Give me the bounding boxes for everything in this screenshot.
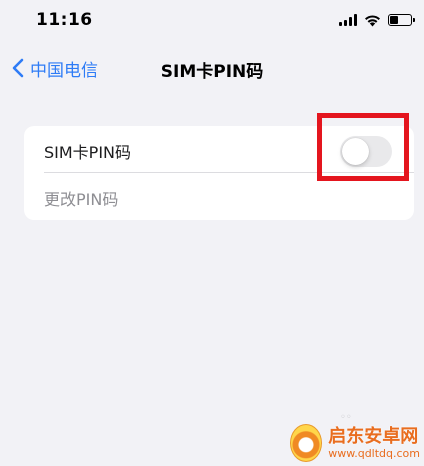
battery-fill [390, 16, 398, 24]
watermark-url: www.qdltdq.com [328, 446, 420, 460]
watermark-logo-icon [290, 424, 323, 462]
status-time: 11:16 [36, 10, 93, 30]
sim-pin-label: SIM卡PIN码 [44, 143, 132, 162]
navigation-bar: 中国电信 SIM卡PIN码 [0, 48, 424, 88]
page-title: SIM卡PIN码 [160, 62, 264, 82]
battery-icon [388, 14, 415, 26]
status-icons [339, 12, 415, 28]
wifi-icon [365, 14, 380, 26]
highlight-box [317, 113, 409, 181]
watermark: 启东安卓网 www.qdltdq.com [290, 422, 420, 464]
cellular-signal-icon [339, 14, 357, 26]
watermark-name: 启东安卓网 [328, 425, 419, 447]
watermark-text: 启东安卓网 www.qdltdq.com [328, 425, 420, 460]
screen: 11:16 中国电信 SIM卡PIN码 SIM卡PIN码 更改PIN码 ◦◦ 启… [0, 0, 424, 466]
change-pin-label: 更改PIN码 [44, 190, 119, 209]
status-bar: 11:16 [0, 0, 424, 40]
